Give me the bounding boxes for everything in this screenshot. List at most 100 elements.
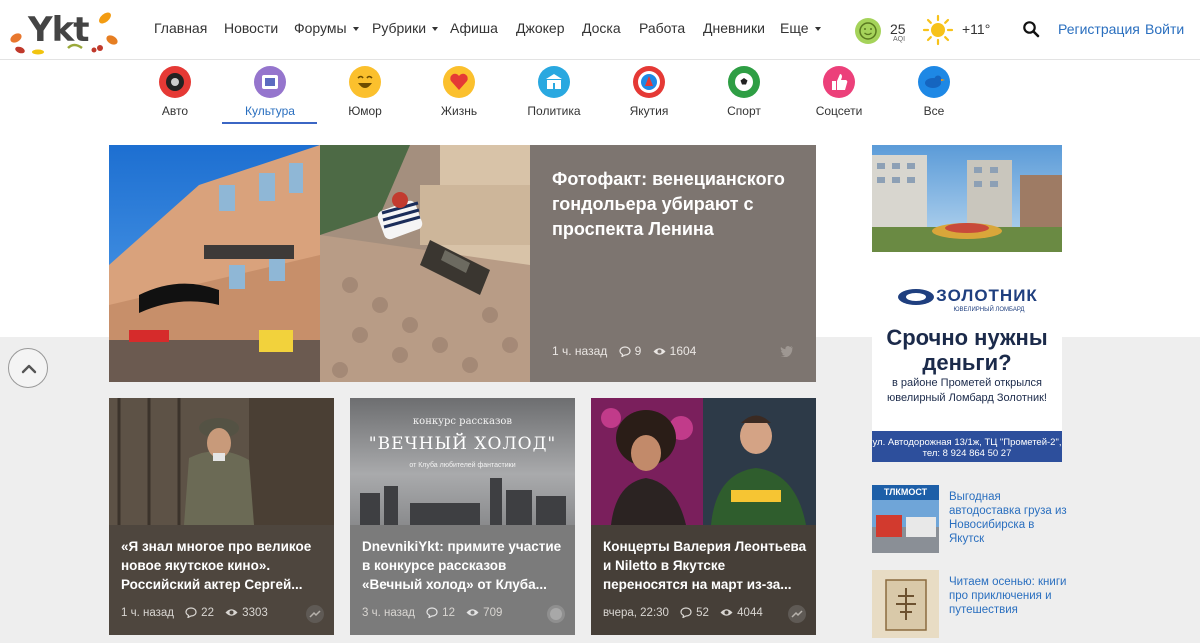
nav-item-forums[interactable]: Форумы [294,20,359,36]
news-card-image: конкурс рассказов "ВЕЧНЫЙ ХОЛОД" от Клуб… [350,398,575,525]
comment-icon [426,607,438,619]
thumbs-up-icon [823,66,855,98]
view-count: 4044 [737,607,763,619]
nav-item-label: Еще [780,20,809,36]
news-card-title[interactable]: Концерты Валерия Леонтьева и Niletto в Я… [603,537,808,594]
category-label: Юмор [348,104,382,118]
news-card-body: DnevnikiYkt: примите участие в конкурсе … [350,525,575,635]
category-life[interactable]: Жизнь [419,66,499,120]
login-link[interactable]: Войти [1145,21,1184,37]
image-caption-title: "ВЕЧНЫЙ ХОЛОД" [368,434,557,454]
news-card-title[interactable]: «Я знал многое про великое новое якутско… [121,537,326,594]
news-card-meta: вчера, 22:30 52 4044 [603,607,763,619]
category-label: Жизнь [440,104,478,118]
side-news-title[interactable]: Выгодная автодоставка груза из Новосибир… [949,490,1067,546]
category-label: Авто [161,104,189,118]
air-quality-face-icon[interactable] [855,18,881,44]
news-card-image [109,398,334,525]
ad-footer-text: ул. Автодорожная 13/1ж, ТЦ "Прометей-2",… [872,437,1062,459]
nav-item-label: Новости [224,20,279,36]
comment-count: 22 [201,607,214,619]
category-auto[interactable]: Авто [135,66,215,120]
site-logo[interactable]: Ykt [8,4,123,56]
comment-icon [619,346,631,358]
aqi-value: 25 [890,21,906,37]
register-link[interactable]: Регистрация [1058,21,1140,37]
news-card-title[interactable]: DnevnikiYkt: примите участие в конкурсе … [362,537,567,594]
yakutia-emblem-icon [633,66,665,98]
category-label: Спорт [727,104,761,118]
government-building-icon [538,66,570,98]
category-humor[interactable]: Юмор [325,66,405,120]
logo-text: Ykt [28,10,89,50]
news-card-body: Концерты Валерия Леонтьева и Niletto в Я… [591,525,816,635]
category-politics[interactable]: Политика [514,66,594,120]
category-label: Культура [245,104,295,118]
site-header: Ykt Главная Новости Форумы Рубрики Афиша… [0,0,1200,60]
category-all[interactable]: Все [894,66,974,120]
ad-text: в районе Прометей открылся ювелирный Лом… [887,377,1047,404]
sun-icon[interactable] [922,14,954,46]
category-label: Все [923,104,945,118]
news-card-meta: 3 ч. назад 12 709 [362,607,502,619]
chevron-up-icon [21,364,37,374]
article-time: 1 ч. назад [552,344,608,358]
category-sport[interactable]: Спорт [704,66,784,120]
caret-down-icon [432,27,439,32]
featured-article-panel: Фотофакт: венецианского гондольера убира… [530,145,816,382]
ad-brand-name: ЗОЛОТНИК [936,286,1038,305]
category-social[interactable]: Соцсети [799,66,879,120]
nav-item-afisha[interactable]: Афиша [450,20,498,36]
nav-item-label: Дневники [703,20,765,36]
featured-article-title[interactable]: Фотофакт: венецианского гондольера убира… [552,167,802,242]
author-avatar [547,605,565,623]
nav-item-rubrics[interactable]: Рубрики [372,20,439,36]
side-news-item[interactable]: ТЛКМОСТ Выгодная автодоставка груза из Н… [872,485,1067,553]
aqi-label: AQI [893,36,906,43]
category-label: Политика [527,104,581,118]
nav-item-diaries[interactable]: Дневники [703,20,765,36]
nav-item-home[interactable]: Главная [154,20,207,36]
twitter-icon[interactable] [780,345,794,357]
featured-article[interactable]: Фотофакт: венецианского гондольера убира… [109,145,816,382]
nav-item-board[interactable]: Доска [582,20,621,36]
nav-item-label: Форумы [294,20,347,36]
news-card[interactable]: конкурс рассказов "ВЕЧНЫЙ ХОЛОД" от Клуб… [350,398,575,635]
nav-item-joker[interactable]: Джокер [516,20,565,36]
search-icon[interactable] [1022,20,1040,38]
film-icon [254,66,286,98]
nav-item-more[interactable]: Еще [780,20,821,36]
eye-icon [225,609,238,617]
featured-article-meta: 1 ч. назад 9 1604 [552,344,696,358]
nav-item-label: Главная [154,20,208,36]
category-label: Якутия [629,104,669,118]
eye-icon [466,609,479,617]
image-caption-sub: от Клуба любителей фантастики [409,462,516,469]
scroll-to-top-button[interactable] [8,348,48,388]
category-yakutia[interactable]: Якутия [609,66,689,120]
side-news-item[interactable]: Читаем осенью: книги про приключения и п… [872,570,1066,638]
view-count: 709 [483,607,503,619]
article-time: вчера, 22:30 [603,607,669,619]
nav-item-label: Работа [639,20,686,36]
thumb-logo-text: ТЛКМОСТ [883,487,928,497]
featured-photo-gondola [320,145,530,382]
laughing-face-icon [349,66,381,98]
category-culture[interactable]: Культура [230,66,310,120]
bird-icon [918,66,950,98]
news-card[interactable]: «Я знал многое про великое новое якутско… [109,398,334,635]
news-card[interactable]: Концерты Валерия Леонтьева и Niletto в Я… [591,398,816,635]
side-news-thumbnail: ТЛКМОСТ [872,485,939,553]
comment-count: 12 [442,607,455,619]
nav-item-news[interactable]: Новости [224,20,278,36]
eye-icon [720,609,733,617]
nav-item-label: Рубрики [372,20,427,36]
nav-item-jobs[interactable]: Работа [639,20,685,36]
side-news-title[interactable]: Читаем осенью: книги про приключения и п… [949,575,1067,617]
soccer-ball-icon [728,66,760,98]
view-count: 1604 [669,344,697,358]
news-card-body: «Я знал многое про великое новое якутско… [109,525,334,635]
ad-banner[interactable]: ЗОЛОТНИК ЮВЕЛИРНЫЙ ЛОМБАРД Срочно нужны … [872,145,1062,462]
news-card-meta: 1 ч. назад 22 3303 [121,607,268,619]
trending-icon [306,605,324,623]
